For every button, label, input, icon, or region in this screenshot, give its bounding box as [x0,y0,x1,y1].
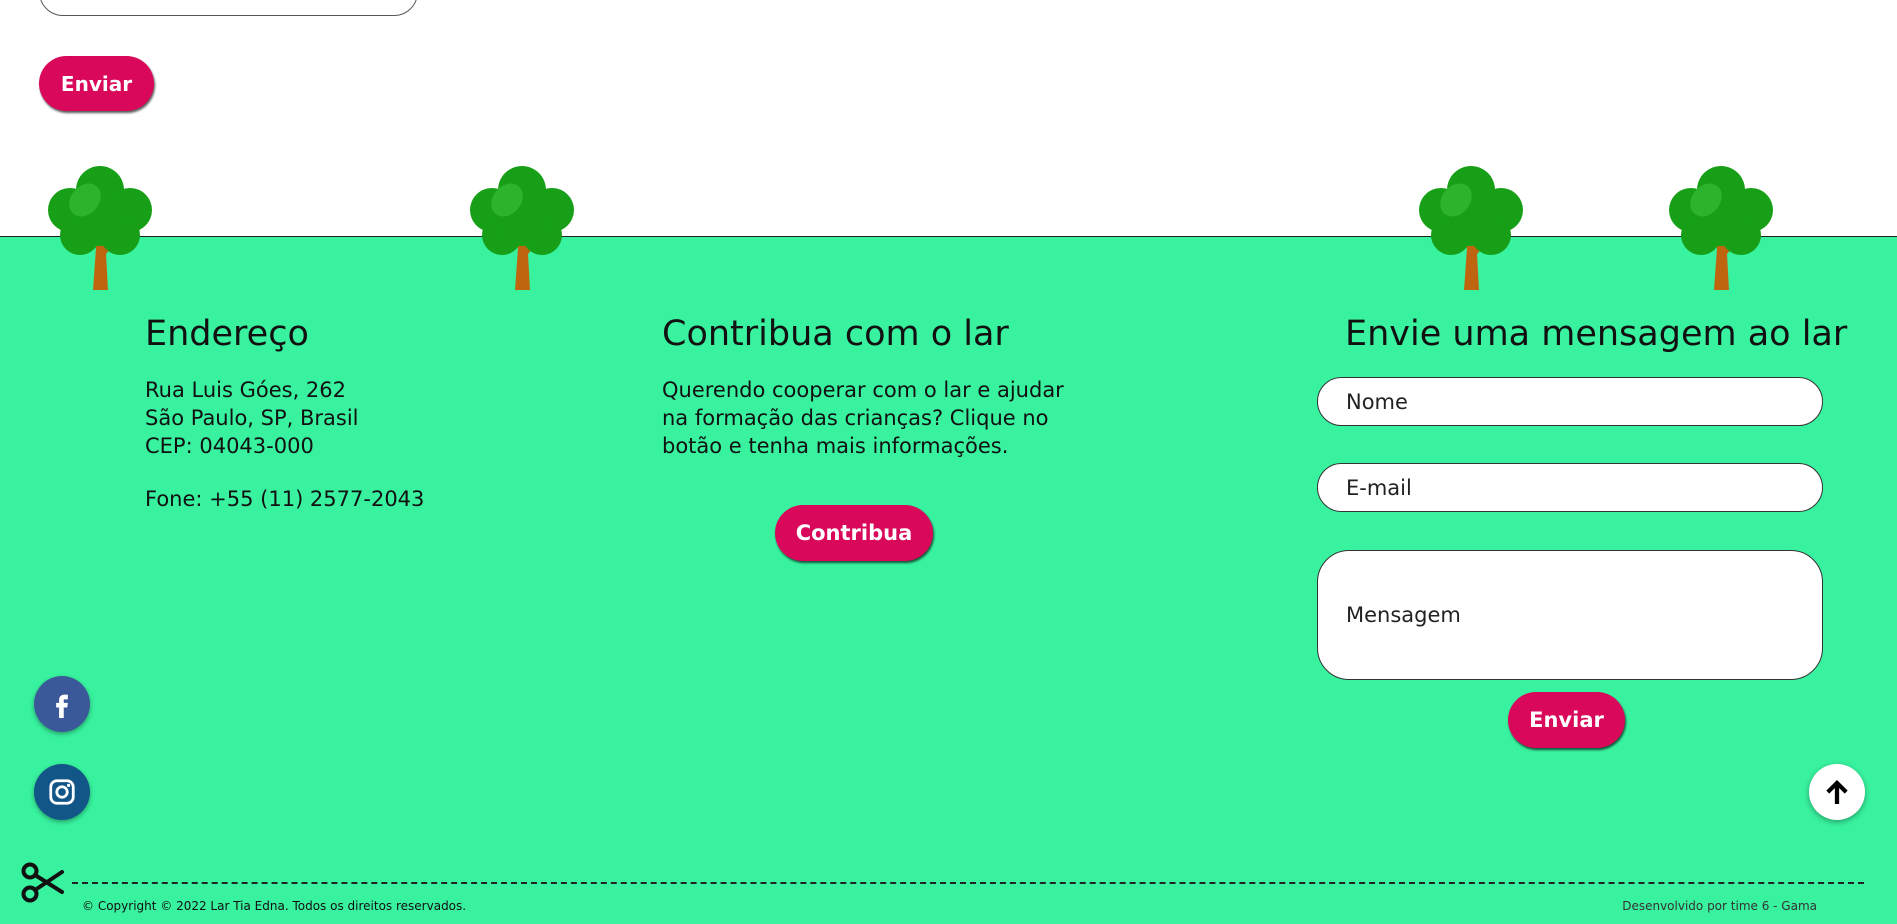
top-form-input[interactable] [39,0,418,16]
message-field[interactable]: Mensagem [1317,550,1823,680]
address-city: São Paulo, SP, Brasil [145,406,359,430]
scissors-icon [21,862,64,903]
tree-icon [470,166,574,290]
cut-dash-line [72,882,1864,884]
copyright-text: © Copyright © 2022 Lar Tia Edna. Todos o… [82,899,467,913]
top-send-button[interactable]: Enviar [39,56,154,111]
contribute-button[interactable]: Contribua [775,505,933,561]
message-title: Envie uma mensagem ao lar [1345,314,1848,354]
address-title: Endereço [145,314,309,354]
arrow-up-icon [1826,780,1848,804]
instagram-button[interactable] [34,764,90,820]
address-phone: Fone: +55 (11) 2577-2043 [145,487,425,511]
facebook-button[interactable] [34,676,90,732]
message-send-button[interactable]: Enviar [1508,692,1625,748]
developed-by-text: Desenvolvido por time 6 - Gama [1622,899,1817,913]
address-block: Rua Luis Góes, 262 São Paulo, SP, Brasil… [145,376,424,513]
address-street: Rua Luis Góes, 262 [145,378,347,402]
back-to-top-button[interactable] [1809,764,1865,820]
address-cep: CEP: 04043-000 [145,434,314,458]
email-field[interactable]: E-mail [1317,463,1823,512]
tree-icon [1669,166,1773,290]
facebook-icon [56,694,68,718]
contribute-title: Contribua com o lar [662,314,1009,354]
tree-icon [48,166,152,290]
instagram-icon [49,779,75,805]
name-field[interactable]: Nome [1317,377,1823,426]
tree-icon [1419,166,1523,290]
contribute-text: Querendo cooperar com o lar e ajudar na … [662,378,1064,458]
